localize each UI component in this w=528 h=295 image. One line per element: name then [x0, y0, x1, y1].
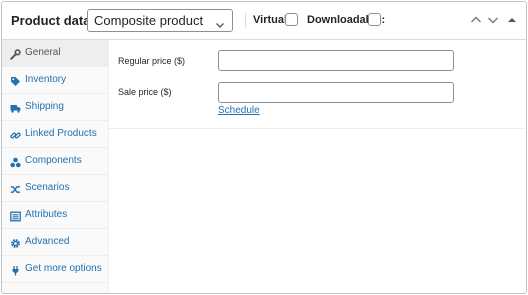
shuffle-icon: [10, 182, 21, 194]
regular-price-label: Regular price ($): [118, 56, 186, 66]
tab-attributes[interactable]: Attributes: [2, 202, 108, 229]
toggle-panel-icon[interactable]: [505, 13, 519, 27]
product-type-select[interactable]: Composite product: [87, 9, 233, 32]
virtual-checkbox[interactable]: [285, 13, 298, 26]
tab-scenarios[interactable]: Scenarios: [2, 175, 108, 202]
downloadable-checkbox[interactable]: [368, 13, 381, 26]
truck-icon: [10, 101, 21, 113]
tag-icon: [10, 74, 21, 86]
product-type-selected-value: Composite product: [94, 13, 204, 28]
move-down-icon[interactable]: [486, 13, 500, 27]
tab-inventory[interactable]: Inventory: [2, 67, 108, 94]
tab-linked-products[interactable]: Linked Products: [2, 121, 108, 148]
tab-label: Get more options: [25, 263, 102, 274]
sale-price-label: Sale price ($): [118, 87, 172, 97]
list-icon: [10, 209, 21, 222]
tab-label: Inventory: [25, 74, 67, 85]
schedule-link[interactable]: Schedule: [218, 105, 260, 116]
tab-label: Components: [25, 155, 82, 166]
tab-label: General: [25, 47, 61, 58]
tab-label: Attributes: [25, 209, 68, 220]
header-separator: [245, 13, 246, 28]
chevron-down-icon: [215, 15, 225, 28]
tab-shipping[interactable]: Shipping: [2, 94, 108, 121]
move-up-icon[interactable]: [469, 13, 483, 27]
plugin-icon: [10, 263, 21, 276]
sale-price-input[interactable]: [218, 82, 454, 103]
tab-label: Scenarios: [25, 182, 70, 193]
gear-icon: [10, 236, 21, 248]
tab-advanced[interactable]: Advanced: [2, 229, 108, 256]
regular-price-input[interactable]: [218, 50, 454, 71]
product-data-header: Product data — Composite product Virtual…: [2, 2, 526, 40]
tab-label: Advanced: [25, 236, 70, 247]
tab-general[interactable]: General: [2, 40, 108, 67]
link-icon: [10, 128, 21, 139]
product-data-panel: Product data — Composite product Virtual…: [1, 1, 527, 294]
tab-components[interactable]: Components: [2, 148, 108, 175]
tab-get-more-options[interactable]: Get more options: [2, 256, 108, 283]
tab-label: Linked Products: [25, 128, 97, 139]
general-options-panel: Regular price ($) Sale price ($) Schedul…: [109, 40, 526, 129]
components-icon: [10, 155, 21, 168]
wrench-icon: [10, 47, 21, 60]
tab-label: Shipping: [25, 101, 64, 112]
product-data-tabs: General Inventory Shipping Linked Produc…: [2, 40, 109, 293]
